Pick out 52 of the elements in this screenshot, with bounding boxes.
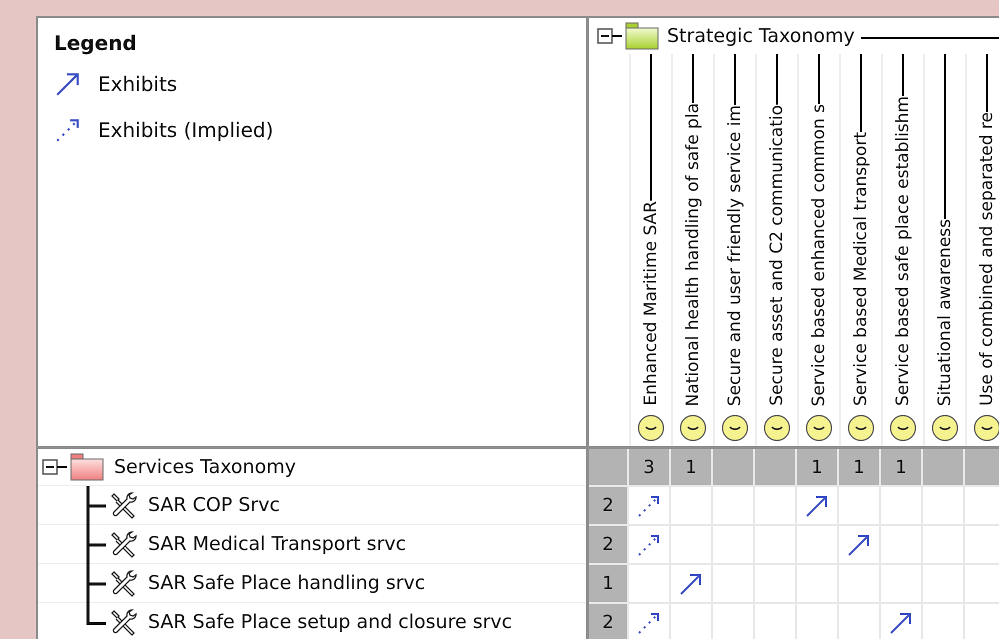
count-cell: 1: [839, 449, 879, 485]
class-icon: [931, 414, 959, 442]
dashed-arrow-icon: [54, 116, 82, 144]
matrix-cell[interactable]: [671, 565, 711, 602]
collapse-toggle[interactable]: [42, 457, 68, 477]
tools-icon: [110, 530, 138, 558]
count-cell: 1: [881, 449, 921, 485]
class-icon: [679, 414, 707, 442]
tree-line: [86, 486, 106, 525]
count-cell: 2: [589, 526, 627, 563]
count-cell: 1: [589, 565, 627, 602]
class-icon: [889, 414, 917, 442]
count-cell: 1: [671, 449, 711, 485]
row-label: SAR COP Srvc: [148, 492, 280, 518]
matrix-cell[interactable]: [629, 526, 669, 563]
matrix-cell[interactable]: [881, 604, 921, 639]
tree-line: [86, 525, 106, 564]
matrix-cell[interactable]: [629, 604, 669, 639]
tools-icon: [110, 608, 138, 636]
collapse-toggle[interactable]: [597, 26, 623, 46]
count-cell: 1: [797, 449, 837, 485]
class-icon: [847, 414, 875, 442]
class-icon: [763, 414, 791, 442]
legend-label: Exhibits (Implied): [98, 117, 274, 144]
count-cell: [965, 449, 999, 485]
column-group-label: Strategic Taxonomy: [667, 24, 855, 49]
folder-icon: [625, 22, 659, 50]
tools-icon: [110, 491, 138, 519]
row-label: SAR Safe Place setup and closure srvc: [148, 610, 512, 635]
folder-icon: [70, 453, 104, 481]
row-label: SAR Safe Place handling srvc: [148, 570, 426, 596]
legend-title: Legend: [54, 30, 138, 57]
class-icon: [721, 414, 749, 442]
count-cell: 3: [629, 449, 669, 485]
count-cell: [755, 449, 795, 485]
count-cell: 2: [589, 487, 627, 524]
tree-row[interactable]: Services Taxonomy: [38, 449, 586, 486]
matrix-cell[interactable]: [797, 487, 837, 524]
count-cell: 2: [589, 604, 627, 639]
class-icon: [973, 414, 999, 442]
count-cell: [923, 449, 963, 485]
class-icon: [637, 414, 665, 442]
matrix-cell[interactable]: [839, 526, 879, 563]
legend-label: Exhibits: [98, 71, 178, 98]
row-group-label: Services Taxonomy: [114, 454, 296, 480]
corner-cell: [589, 449, 627, 485]
tools-icon: [110, 569, 138, 597]
count-cell: [713, 449, 753, 485]
class-icon: [805, 414, 833, 442]
row-label: SAR Medical Transport srvc: [148, 532, 406, 557]
matrix-cell[interactable]: [629, 487, 669, 524]
arrow-icon: [54, 70, 82, 98]
